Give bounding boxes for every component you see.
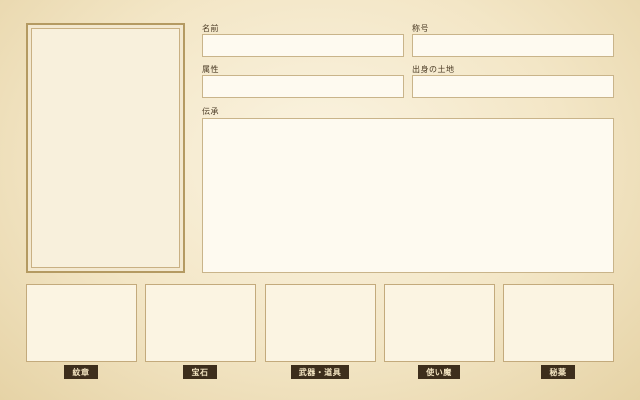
name-label: 名前 <box>202 24 219 33</box>
attribute-field[interactable] <box>202 75 404 98</box>
title-field[interactable] <box>412 34 614 57</box>
slot-crest[interactable] <box>26 284 137 362</box>
name-field[interactable] <box>202 34 404 57</box>
origin-field[interactable] <box>412 75 614 98</box>
slot-weapon-tool-label: 武器・道具 <box>291 365 349 379</box>
slot-familiar-label: 使い魔 <box>418 365 460 379</box>
slot-weapon-tool[interactable] <box>265 284 376 362</box>
portrait-frame[interactable] <box>26 23 185 273</box>
legend-label: 伝承 <box>202 107 219 116</box>
slot-elixir-label: 秘薬 <box>541 365 575 379</box>
legend-textarea[interactable] <box>202 118 614 273</box>
slot-gem-label: 宝石 <box>183 365 217 379</box>
slot-familiar[interactable] <box>384 284 495 362</box>
title-label: 称号 <box>412 24 429 33</box>
origin-label: 出身の土地 <box>412 65 455 74</box>
portrait-image-area <box>31 28 180 268</box>
slot-gem[interactable] <box>145 284 256 362</box>
attribute-label: 属性 <box>202 65 219 74</box>
slot-crest-label: 紋章 <box>64 365 98 379</box>
slot-elixir[interactable] <box>503 284 614 362</box>
